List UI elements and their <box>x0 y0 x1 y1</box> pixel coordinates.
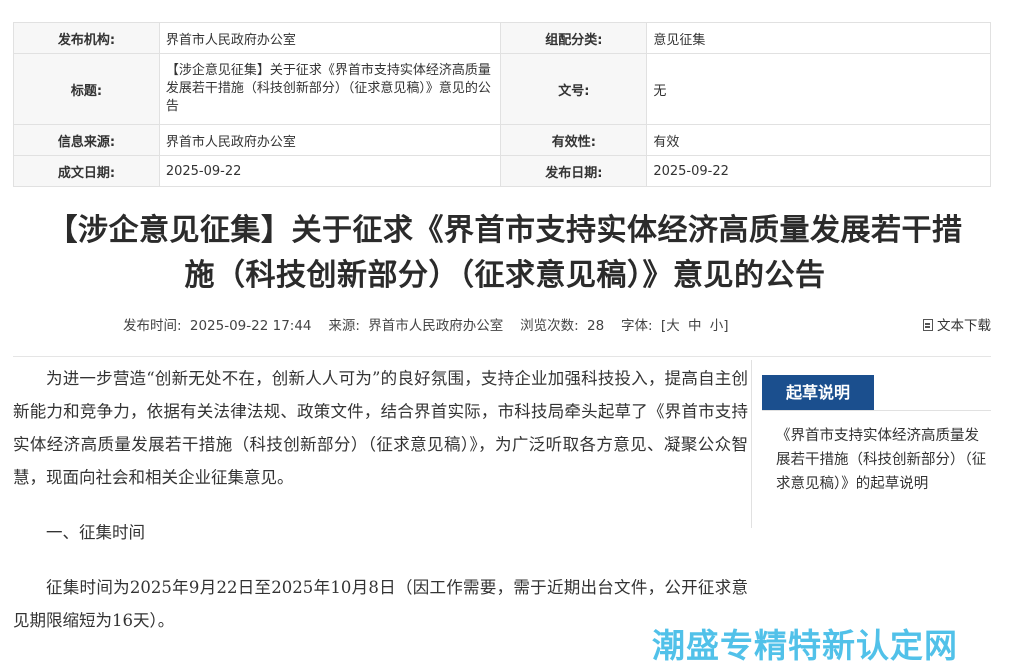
document-meta-table: 发布机构: 界首市人民政府办公室 组配分类: 意见征集 标题: 【涉企意见征集】… <box>13 22 991 187</box>
info-source-label: 来源: <box>328 318 360 334</box>
category-value: 意见征集 <box>646 22 991 54</box>
drafting-notes-link[interactable]: 《界首市支持实体经济高质量发展若干措施（科技创新部分）（征求意见稿）》的起草说明 <box>776 424 990 496</box>
meta-row: 发布机构: 界首市人民政府办公室 组配分类: 意见征集 <box>13 22 991 54</box>
meta-row: 成文日期: 2025-09-22 发布日期: 2025-09-22 <box>13 155 991 187</box>
sidebar-header-line <box>762 410 991 411</box>
publish-date-label: 发布日期: <box>500 155 648 187</box>
title-value: 【涉企意见征集】关于征求《界首市支持实体经济高质量发展若干措施（科技创新部分）（… <box>158 53 502 125</box>
docno-value: 无 <box>646 53 991 125</box>
info-source-value: 界首市人民政府办公室 <box>368 318 504 334</box>
font-size-label: 字体: <box>621 318 653 334</box>
written-date-label: 成文日期: <box>13 155 160 187</box>
section-heading: 一、征集时间 <box>46 523 145 542</box>
title-label: 标题: <box>13 53 160 125</box>
text-download-link[interactable]: 文本下载 <box>923 314 991 334</box>
publish-time-label: 发布时间: <box>123 318 182 334</box>
publisher-value: 界首市人民政府办公室 <box>158 22 502 54</box>
document-icon <box>923 319 933 331</box>
article-info-bar: 发布时间: 2025-09-22 17:44 来源: 界首市人民政府办公室 浏览… <box>13 312 991 334</box>
article-paragraph: 征集时间为2025年9月22日至2025年10月8日（因工作需要，需于近期出台文… <box>13 578 748 630</box>
article-title-line2: 施（科技创新部分）（征求意见稿）》意见的公告 <box>184 258 826 293</box>
article-title: 【涉企意见征集】关于征求《界首市支持实体经济高质量发展若干措 施（科技创新部分）… <box>20 208 990 298</box>
views-count: 28 <box>586 318 605 334</box>
text-download-label: 文本下载 <box>937 318 991 334</box>
written-date-value: 2025-09-22 <box>158 155 502 187</box>
publish-date-value: 2025-09-22 <box>646 155 991 187</box>
docno-label: 文号: <box>500 53 648 125</box>
divider <box>13 356 991 357</box>
font-size-small-link[interactable]: 小 <box>710 318 724 334</box>
publisher-label: 发布机构: <box>13 22 160 54</box>
article-info: 发布时间: 2025-09-22 17:44 来源: 界首市人民政府办公室 浏览… <box>123 314 733 334</box>
font-size-large-link[interactable]: 大 <box>666 318 680 334</box>
validity-value: 有效 <box>646 124 991 156</box>
font-size-close-bracket: ] <box>723 318 729 334</box>
source-label: 信息来源: <box>13 124 160 156</box>
sidebar-divider <box>751 360 752 528</box>
meta-row: 信息来源: 界首市人民政府办公室 有效性: 有效 <box>13 124 991 156</box>
source-value: 界首市人民政府办公室 <box>158 124 502 156</box>
sidebar-tab-drafting-notes[interactable]: 起草说明 <box>762 375 874 411</box>
views-label: 浏览次数: <box>520 318 579 334</box>
watermark: 潮盛专精特新认定网 <box>652 626 958 665</box>
publish-time-value: 2025-09-22 17:44 <box>189 318 312 334</box>
article-paragraph: 为进一步营造“创新无处不在，创新人人可为”的良好氛围，支持企业加强科技投入，提高… <box>13 369 748 487</box>
category-label: 组配分类: <box>500 22 648 54</box>
meta-row: 标题: 【涉企意见征集】关于征求《界首市支持实体经济高质量发展若干措施（科技创新… <box>13 53 991 125</box>
article-title-line1: 【涉企意见征集】关于征求《界首市支持实体经济高质量发展若干措 <box>47 213 963 248</box>
font-size-medium-link[interactable]: 中 <box>688 318 702 334</box>
validity-label: 有效性: <box>500 124 648 156</box>
article-body: 为进一步营造“创新无处不在，创新人人可为”的良好氛围，支持企业加强科技投入，提高… <box>13 362 748 637</box>
